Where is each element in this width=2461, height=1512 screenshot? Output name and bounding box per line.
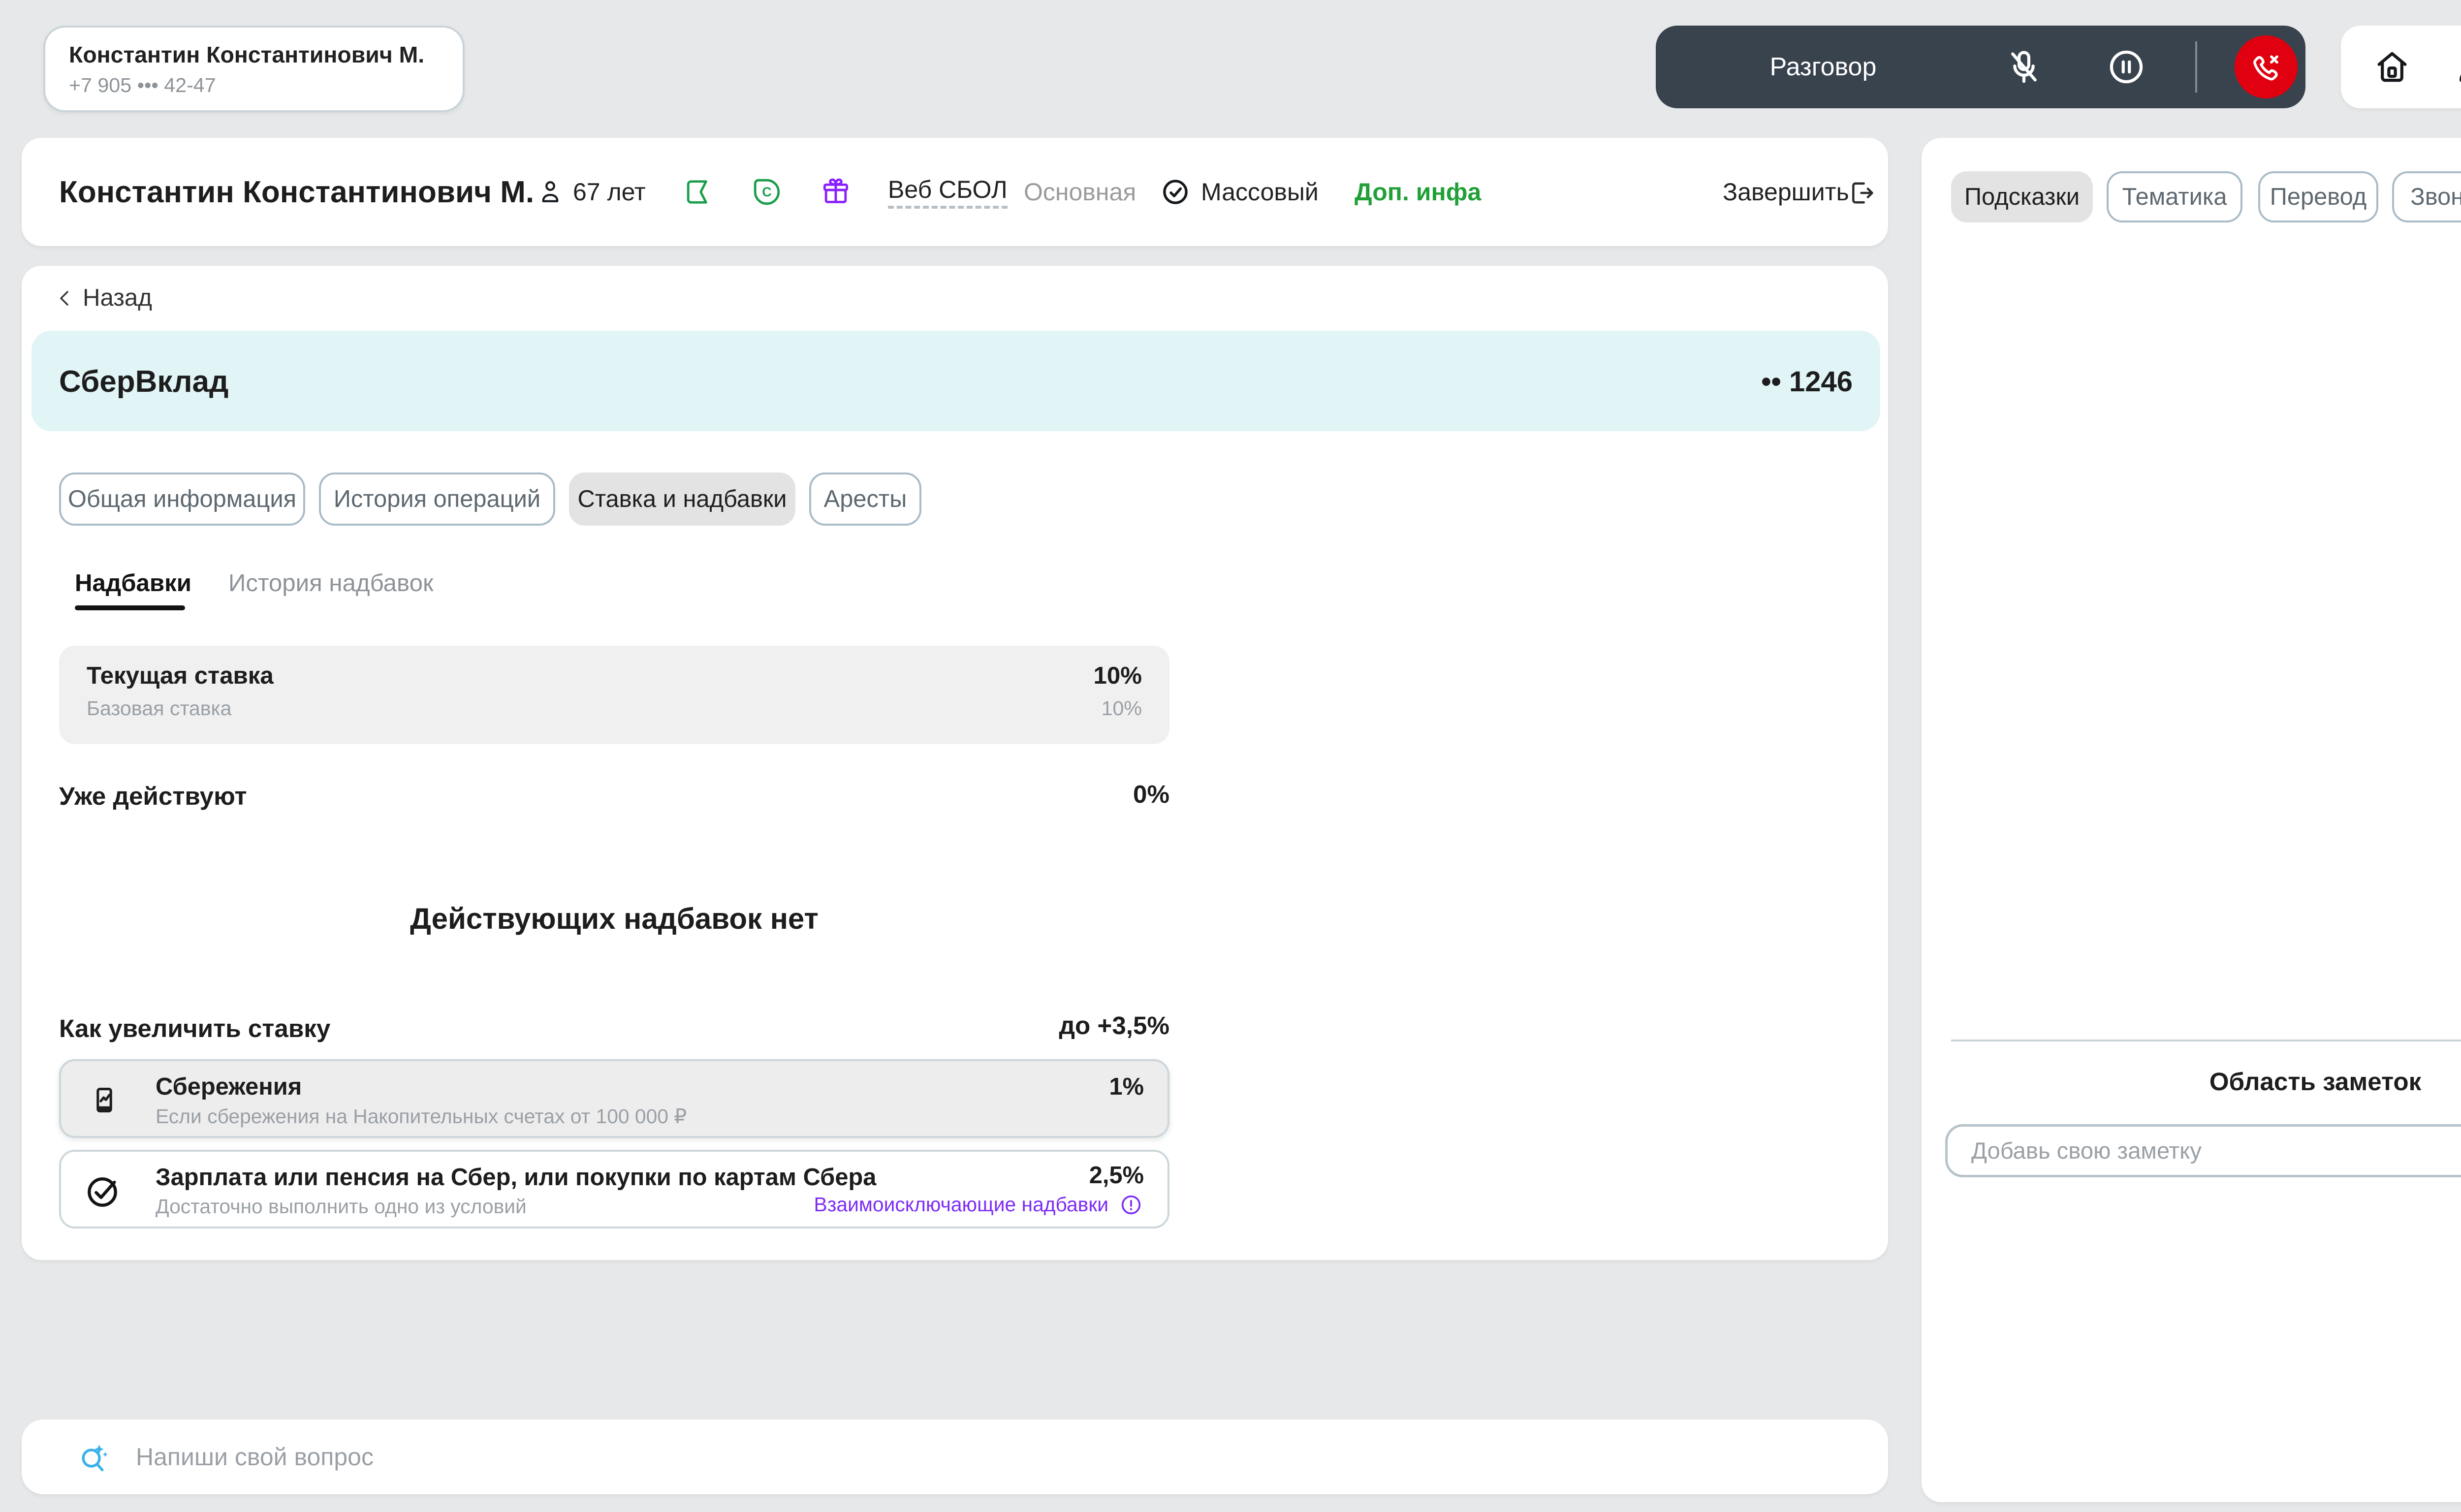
client-age: 67 лет: [573, 178, 646, 206]
back-label[interactable]: Назад: [83, 284, 152, 312]
call-control-panel: Разговор: [1656, 26, 2305, 108]
deposit-masked-number: •• 1246: [1761, 366, 1853, 398]
phone-hangup-icon: [2253, 55, 2278, 81]
call-status-label: Разговор: [1769, 53, 1877, 81]
tab-rate-and-bonuses[interactable]: Ставка и надбавки: [569, 472, 795, 526]
home-button[interactable]: [2370, 45, 2414, 89]
client-header-card: Константин Константинович М. 67 лет C Ве…: [22, 138, 1888, 246]
mutually-exclusive-note[interactable]: Взаимоисключающие надбавки: [814, 1193, 1108, 1216]
tab-operations-history[interactable]: История операций: [319, 472, 555, 526]
deposit-title-banner: СберВклад •• 1246: [32, 331, 1880, 431]
deposit-details-card: Назад СберВклад •• 1246 Общая информация…: [22, 266, 1888, 1260]
note-input-box[interactable]: 0 / 30: [1945, 1124, 2461, 1177]
assistant-tab-transfer[interactable]: Перевод: [2258, 171, 2378, 222]
deposit-title: СберВклад: [59, 365, 229, 399]
ai-search-icon: [75, 1438, 112, 1476]
current-rate-label: Текущая ставка: [87, 662, 274, 689]
base-rate-label: Базовая ставка: [87, 697, 232, 720]
active-bonuses-value: 0%: [1133, 780, 1169, 808]
back-button[interactable]: [53, 286, 77, 310]
app-window: Константин Константинович М. +7 905 ••• …: [0, 0, 2461, 1512]
current-rate-value: 10%: [1093, 662, 1142, 689]
bonus-option-salary[interactable]: Зарплата или пенсия на Сбер, или покупки…: [59, 1150, 1169, 1228]
note-input[interactable]: [1967, 1135, 2461, 1166]
client-channel[interactable]: Веб СБОЛ: [888, 138, 1008, 246]
subtab-active-underline: [75, 605, 185, 610]
tab-general-info[interactable]: Общая информация: [59, 472, 305, 526]
salary-check-circle-icon: [83, 1171, 122, 1211]
active-customer-card[interactable]: Константин Константинович М. +7 905 ••• …: [43, 26, 465, 112]
notes-title: Область заметок: [2209, 1068, 2422, 1096]
finish-call-button[interactable]: Завершить: [1723, 138, 1849, 246]
active-bonuses-label: Уже действуют: [59, 782, 247, 810]
home-icon: [2377, 52, 2407, 82]
end-call-button[interactable]: [2235, 35, 2298, 98]
call-panel-divider: [2195, 41, 2197, 93]
savings-chart-icon: [87, 1083, 122, 1118]
client-name: Константин Константинович М.: [59, 175, 535, 209]
flag-badge-icon[interactable]: [681, 175, 715, 209]
logout-icon[interactable]: [1845, 177, 1876, 209]
client-segment: Массовый: [1201, 178, 1319, 206]
subtab-bonus-history[interactable]: История надбавок: [228, 569, 433, 597]
call-line-label: Основная: [1024, 178, 1136, 206]
svg-text:C: C: [762, 185, 771, 199]
chevron-left-icon: [60, 291, 68, 306]
profile-button[interactable]: [2449, 45, 2461, 89]
assistant-panel: Подсказки Тематика Перевод Звонок Чат Об…: [1922, 138, 2461, 1502]
customer-name: Константин Константинович М.: [69, 42, 425, 67]
tab-arrests[interactable]: Аресты: [809, 472, 921, 526]
ai-question-bar[interactable]: [22, 1419, 1888, 1494]
assistant-tab-call[interactable]: Звонок: [2392, 171, 2461, 222]
customer-phone: +7 905 ••• 42-47: [69, 74, 216, 96]
gift-badge-icon[interactable]: [819, 175, 852, 209]
increase-rate-max-value: до +3,5%: [1059, 1011, 1169, 1040]
assistant-tab-topic[interactable]: Тематика: [2107, 171, 2242, 222]
base-rate-value: 10%: [1101, 697, 1142, 720]
subtab-bonuses[interactable]: Надбавки: [75, 569, 191, 597]
mute-microphone-button[interactable]: [2002, 45, 2046, 89]
info-icon[interactable]: [1118, 1192, 1144, 1218]
hold-call-button[interactable]: [2105, 45, 2148, 89]
no-bonuses-message: Действующих надбавок нет: [410, 902, 819, 935]
increase-rate-label: Как увеличить ставку: [59, 1014, 331, 1042]
pause-circle-icon: [2110, 50, 2143, 84]
person-icon: [2460, 74, 2461, 82]
assistant-tab-hints[interactable]: Подсказки: [1951, 171, 2093, 222]
top-navigation-pill: [2341, 26, 2461, 108]
segment-check-icon: [1160, 176, 1191, 208]
extra-info-link[interactable]: Доп. инфа: [1355, 138, 1481, 246]
age-person-icon: [536, 177, 565, 207]
microphone-off-icon: [2011, 51, 2037, 83]
current-rate-card: Текущая ставка 10% Базовая ставка 10%: [59, 646, 1169, 744]
c-badge-icon[interactable]: C: [750, 175, 784, 209]
notes-divider: [1951, 1040, 2461, 1041]
bonus-option-savings[interactable]: Сбережения Если сбережения на Накопитель…: [59, 1059, 1169, 1138]
question-input[interactable]: [132, 1441, 1888, 1473]
